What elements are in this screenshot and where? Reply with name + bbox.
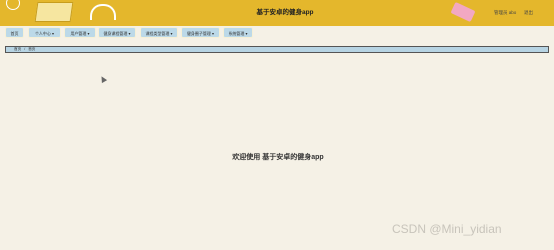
nav-bar: 首页 个人中心 ▾ 用户管理 ▾ 健身课程管理 ▾ 课程类型管理 ▾ 健身圈子管… (0, 26, 554, 42)
nav-user-management[interactable]: 用户管理 ▾ (64, 27, 96, 38)
breadcrumb-home[interactable]: 首页 (14, 47, 21, 51)
nav-personal-center[interactable]: 个人中心 ▾ (28, 27, 61, 38)
eraser-decoration-icon (450, 1, 476, 23)
breadcrumb-current: 首页 (28, 47, 36, 51)
nav-system-management[interactable]: 系统管理 ▾ (223, 27, 253, 38)
breadcrumb-separator: / (24, 47, 26, 51)
user-info: 管理员 abo (494, 10, 517, 15)
watermark: CSDN @Mini_yidian (392, 222, 502, 236)
nav-home[interactable]: 首页 (5, 27, 24, 38)
nav-fitness-circle-management[interactable]: 健身圈子管理 ▾ (181, 27, 220, 38)
gear-decoration-icon (6, 0, 20, 10)
breadcrumb: 首页 / 首页 (5, 46, 549, 53)
welcome-message: 欢迎使用 基于安卓的健身app (232, 154, 324, 161)
headphones-decoration-icon (90, 4, 116, 20)
notebook-decoration-icon (34, 2, 74, 22)
nav-fitness-course-management[interactable]: 健身课程管理 ▾ (98, 27, 136, 38)
logout-link[interactable]: 退出 (524, 10, 533, 16)
nav-course-type-management[interactable]: 课程类型管理 ▾ (140, 27, 178, 38)
header-bar: 基于安卓的健身app 管理员 abo 退出 (0, 0, 554, 26)
mouse-cursor-icon (98, 74, 108, 84)
app-title: 基于安卓的健身app (256, 9, 314, 16)
